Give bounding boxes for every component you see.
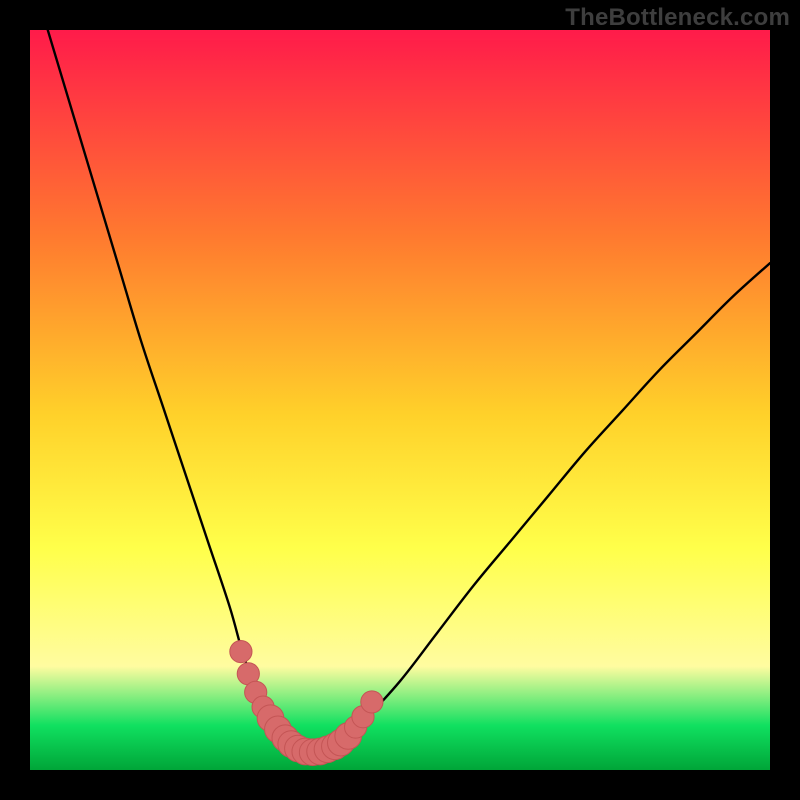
curve-marker [230, 641, 252, 663]
gradient-background [30, 30, 770, 770]
curve-marker [361, 691, 383, 713]
watermark-text: TheBottleneck.com [565, 4, 790, 32]
chart-frame: TheBottleneck.com [0, 0, 800, 800]
bottleneck-chart [30, 30, 770, 770]
